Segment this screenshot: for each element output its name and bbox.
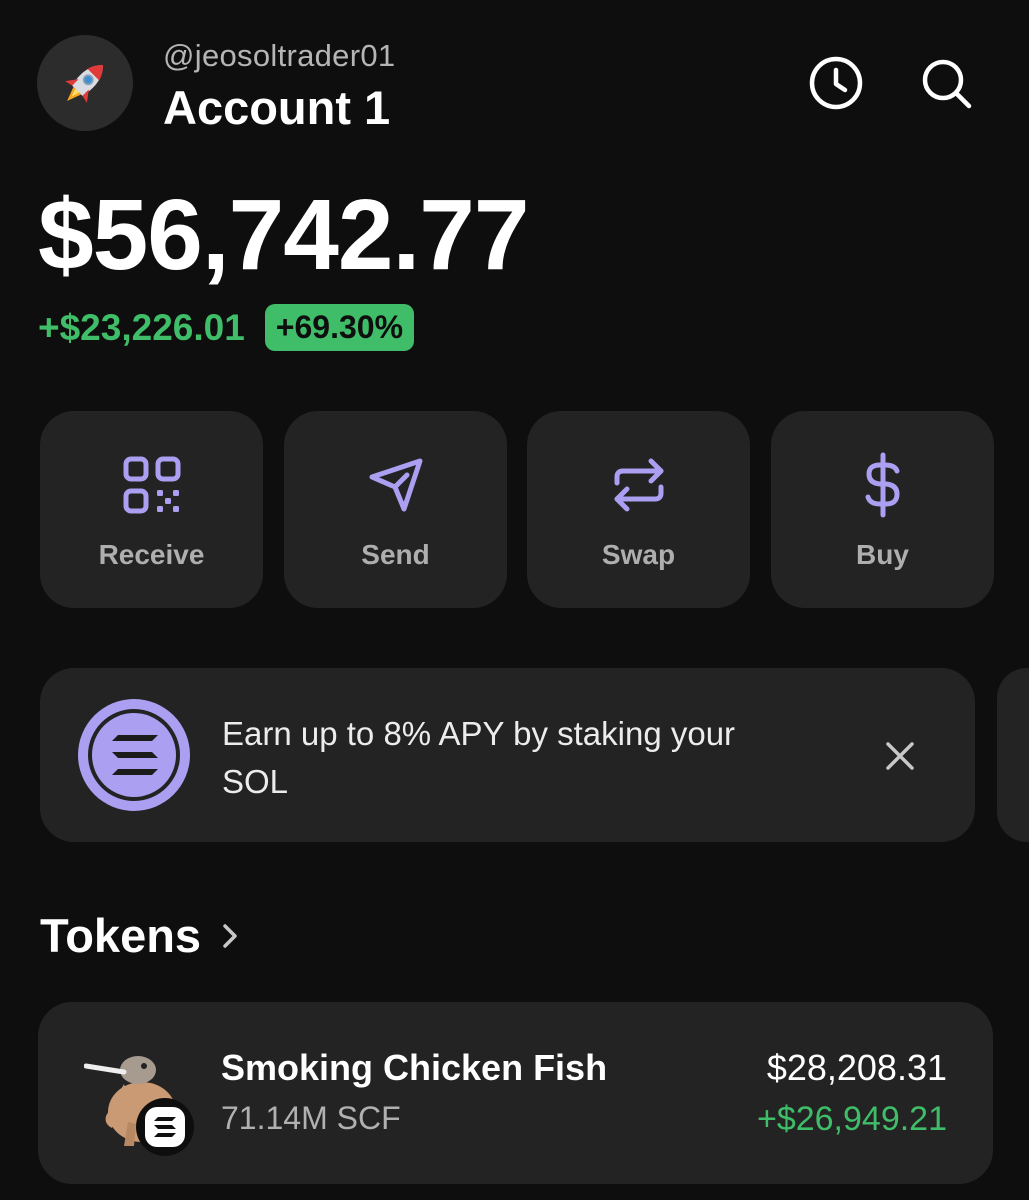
history-button[interactable] [807, 54, 865, 112]
buy-label: Buy [856, 539, 909, 570]
solana-icon [78, 699, 190, 811]
account-name[interactable]: Account 1 [163, 80, 390, 135]
tokens-section-header[interactable]: Tokens [40, 908, 245, 963]
search-icon [922, 59, 972, 109]
account-handle: @jeosoltrader01 [163, 38, 396, 73]
chain-badge [136, 1098, 194, 1156]
receive-label: Receive [98, 539, 205, 570]
paper-plane-icon [362, 451, 430, 519]
change-percent-badge: +69.30% [264, 304, 415, 351]
send-label: Send [361, 539, 430, 570]
solana-icon [145, 1107, 185, 1147]
balance-change: +$23,226.01 +69.30% [38, 304, 415, 351]
qr-code-icon [118, 451, 186, 519]
next-promo-card[interactable] [997, 668, 1029, 842]
rocket-icon [65, 65, 103, 103]
send-button[interactable]: Send [284, 411, 507, 608]
staking-promo-card[interactable]: Earn up to 8% APY by staking your SOL [40, 668, 975, 842]
tokens-title: Tokens [40, 909, 202, 962]
search-button[interactable] [917, 54, 975, 112]
promo-text: Earn up to 8% APY by staking your SOL [222, 715, 736, 800]
token-amount: 71.14M SCF [221, 1100, 401, 1136]
chevron-right-icon [223, 923, 237, 948]
swap-button[interactable]: Swap [527, 411, 750, 608]
swap-label: Swap [601, 539, 676, 570]
token-row[interactable]: Smoking Chicken Fish 71.14M SCF $28,208.… [38, 1002, 993, 1184]
clock-icon [809, 56, 863, 110]
change-amount: +$23,226.01 [38, 306, 245, 348]
close-icon[interactable] [878, 734, 922, 778]
swap-arrows-icon [605, 451, 673, 519]
avatar[interactable] [37, 35, 133, 131]
dollar-icon [849, 451, 917, 519]
receive-button[interactable]: Receive [40, 411, 263, 608]
total-balance: $56,742.77 [38, 179, 529, 291]
token-value: $28,208.31 [766, 1047, 947, 1088]
token-change: +$26,949.21 [756, 1100, 947, 1138]
buy-button[interactable]: Buy [771, 411, 994, 608]
token-name: Smoking Chicken Fish [221, 1047, 608, 1088]
